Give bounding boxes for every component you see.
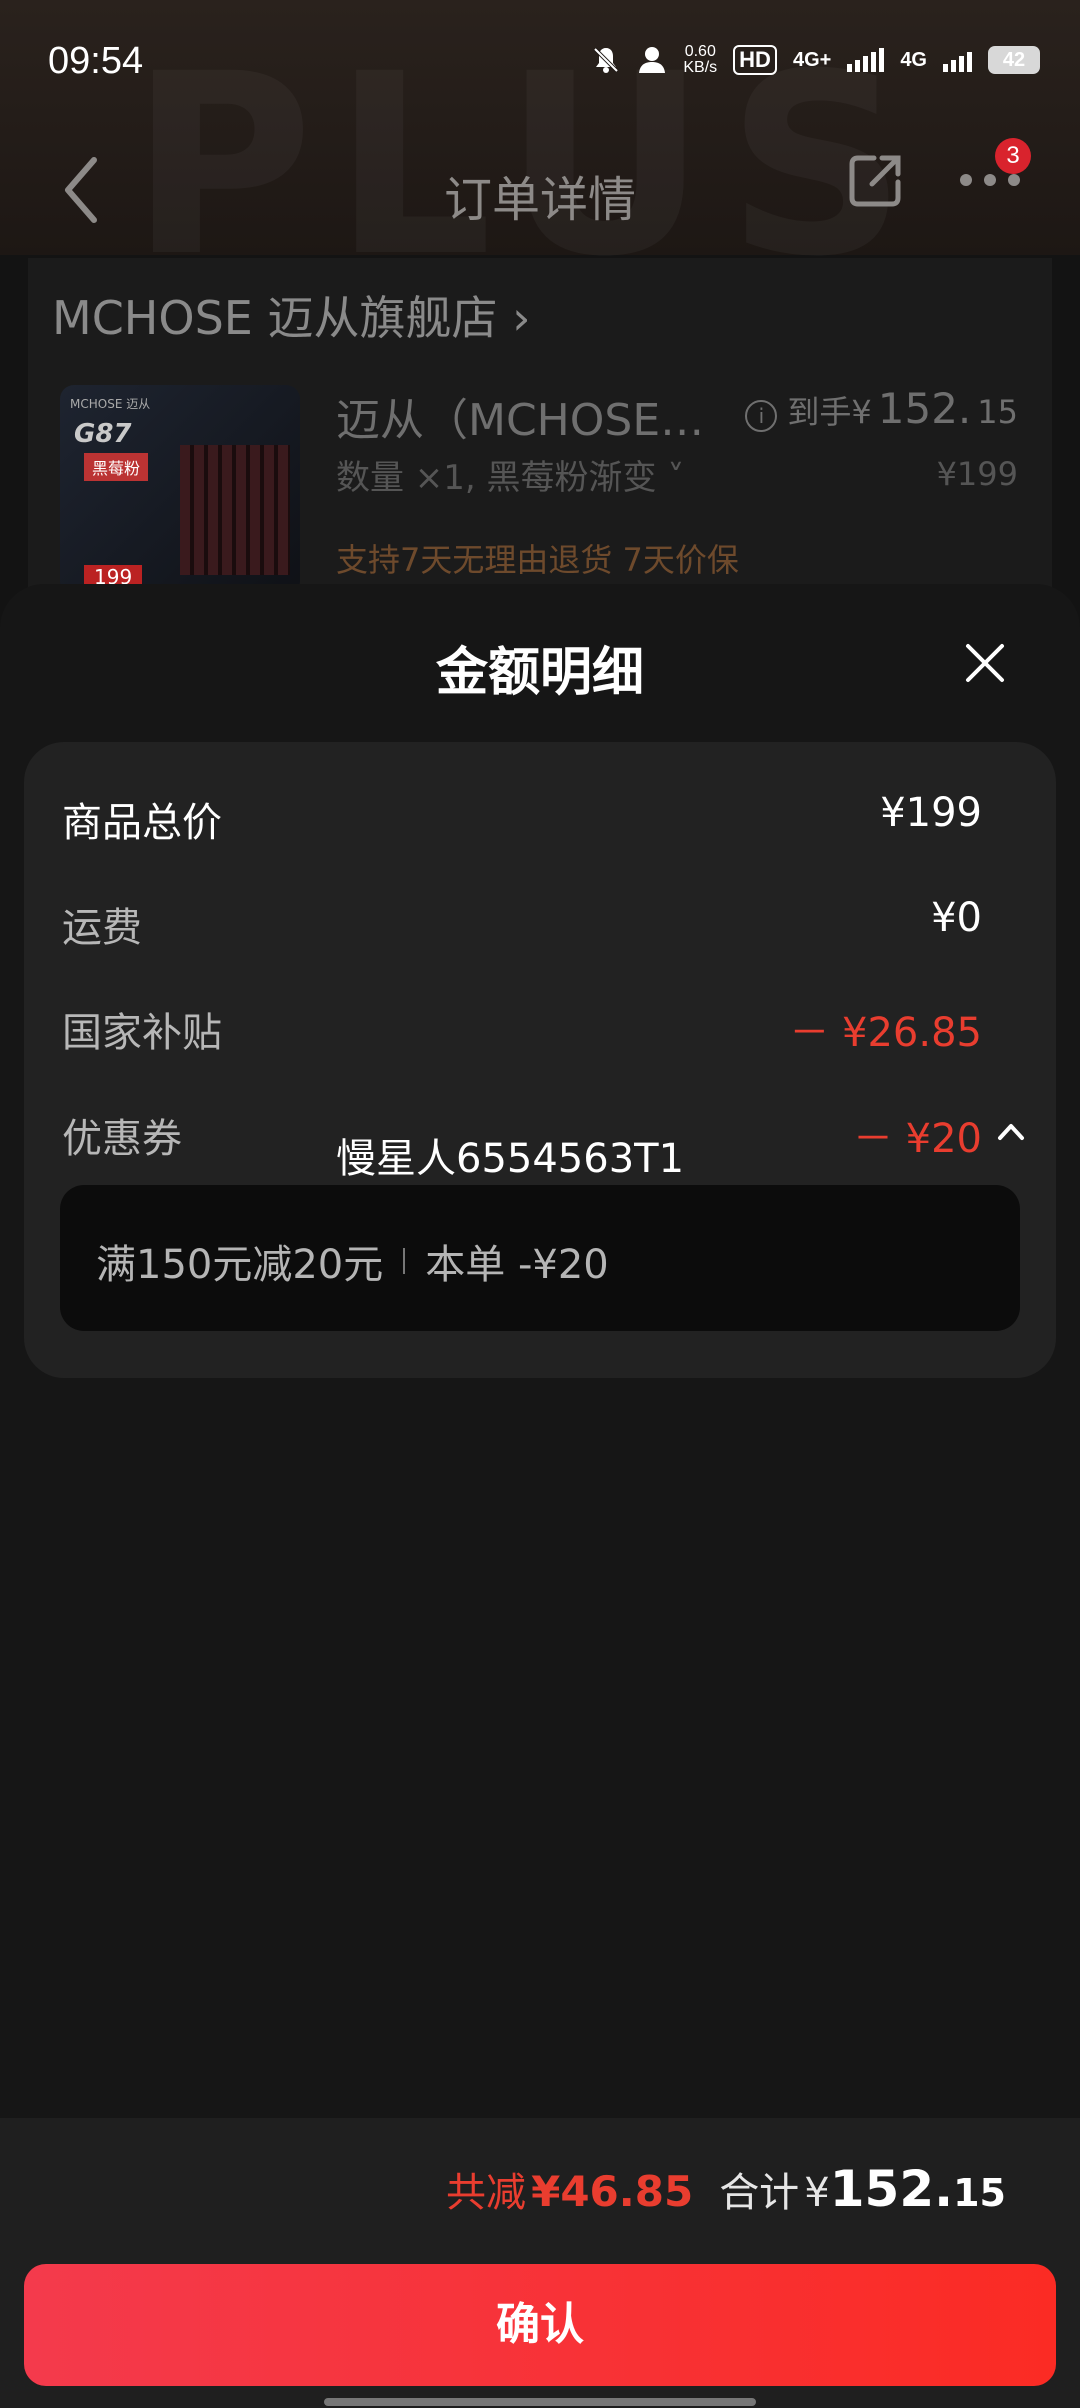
hd-icon: HD (733, 45, 777, 75)
page-title: 订单详情 (443, 172, 636, 228)
row-label-shipping: 运费 (62, 905, 142, 951)
product-thumbnail[interactable]: MCHOSE 迈从 G87 黑莓粉 199 (60, 385, 300, 595)
divider (403, 1248, 406, 1274)
original-price: ¥199 (936, 455, 1018, 493)
chevron-right-icon: › (512, 291, 531, 345)
saved-value: ¥46.85 (531, 2167, 694, 2216)
total-int: 152. (829, 2160, 954, 2218)
info-icon[interactable]: i (745, 400, 778, 432)
row-label-subsidy: 国家补贴 (62, 1010, 222, 1056)
row-value-item-total: ¥199 (880, 790, 982, 836)
navbar: 订单详情 (0, 130, 1080, 250)
product-title[interactable]: 迈从（MCHOSE… (336, 384, 704, 448)
saved-label: 共减 (446, 2170, 527, 2216)
row-value-coupon[interactable]: － ¥20 (853, 1106, 982, 1164)
final-price-dec: 15 (977, 393, 1018, 431)
row-label-item-total: 商品总价 (62, 800, 222, 846)
total-dec: 15 (953, 2171, 1006, 2215)
row-value-shipping: ¥0 (931, 895, 982, 941)
chevron-up-icon[interactable] (996, 1120, 1026, 1144)
total-amount: 合计 ¥152.15 (719, 2160, 1006, 2218)
close-icon[interactable] (960, 638, 1010, 688)
coupon-condition: 满150元减20元 (96, 1242, 384, 1288)
thumb-brand: MCHOSE 迈从 (70, 397, 151, 411)
total-label: 合计 (719, 2170, 800, 2216)
mute-bell-icon (593, 47, 619, 73)
final-price: i 到手¥ 152. 15 (745, 384, 1018, 433)
thumb-model: G87 (74, 419, 132, 449)
home-indicator[interactable] (324, 2398, 756, 2406)
thumb-tag: 黑莓粉 (84, 453, 149, 481)
battery-icon: 42 (988, 46, 1040, 74)
keyboard-image (180, 445, 290, 575)
total-currency: ¥ (804, 2170, 830, 2216)
status-time: 09:54 (48, 40, 144, 82)
coupon-applied: 本单 -¥20 (425, 1242, 609, 1288)
coupon-detail: 满150元减20元 本单 -¥20 (96, 1232, 609, 1290)
network-4g: 4G (900, 48, 927, 71)
product-spec[interactable]: 数量 ×1, 黑莓粉渐变 ˅ (336, 450, 684, 499)
signal-bars-icon (943, 48, 972, 72)
confirm-button[interactable]: 确认 (24, 2264, 1056, 2386)
network-4g-plus: 4G+ (792, 48, 832, 71)
status-bar: 09:54 0.60 KB/s HD 4G+ 4G 42 (0, 0, 1080, 130)
order-summary: 共减 ¥46.85 合计 ¥152.15 (446, 2160, 1006, 2218)
person-icon (639, 47, 666, 73)
user-watermark-text: 慢星人6554563T1 (336, 1136, 685, 1182)
shop-name-link[interactable]: MCHOSE 迈从旗舰店 › (52, 282, 531, 348)
total-saved: 共减 ¥46.85 (446, 2160, 693, 2218)
sheet-title: 金额明细 (435, 643, 644, 703)
row-label-coupon[interactable]: 优惠券 (62, 1106, 182, 1164)
service-guarantee: 支持7天无理由退货 7天价保 (336, 541, 739, 579)
message-count-badge: 3 (995, 138, 1031, 174)
final-price-label: 到手¥ (787, 393, 872, 431)
net-speed: 0.60 KB/s (683, 43, 718, 76)
final-price-int: 152. (877, 384, 972, 433)
signal-bars-icon (847, 48, 885, 72)
share-icon[interactable] (848, 152, 904, 208)
row-value-subsidy: － ¥26.85 (789, 1010, 982, 1056)
status-icons: 0.60 KB/s HD 4G+ 4G 42 (591, 40, 1040, 80)
shop-name: MCHOSE 迈从旗舰店 (52, 291, 498, 345)
